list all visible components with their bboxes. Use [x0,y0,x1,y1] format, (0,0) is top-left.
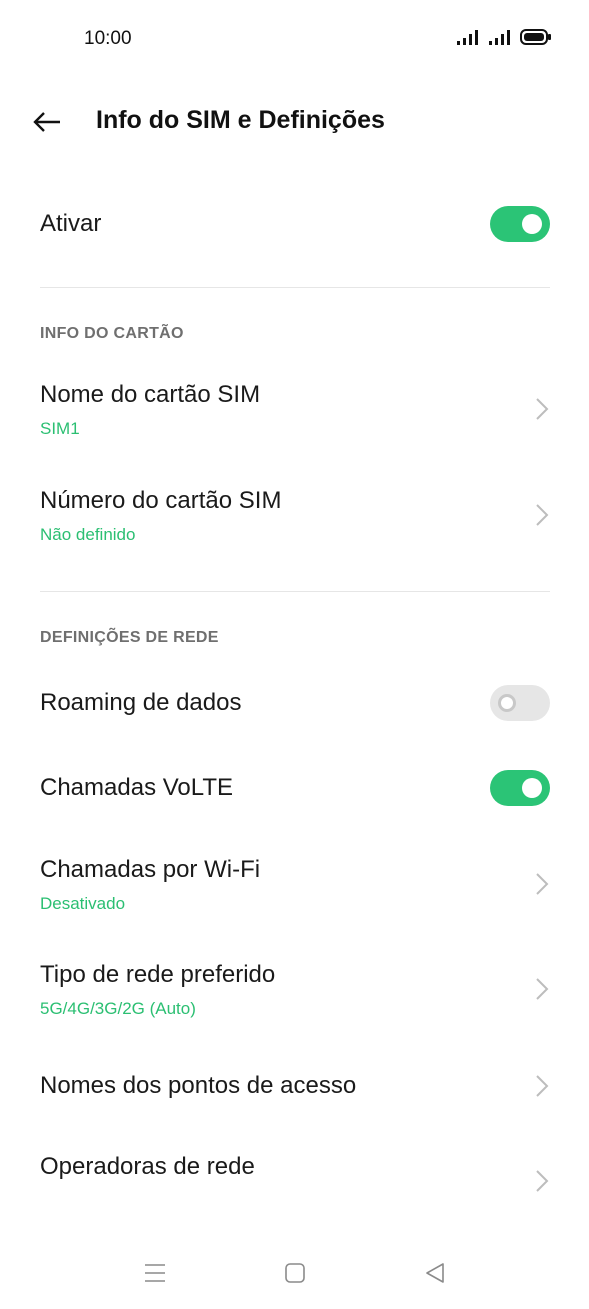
signal-icon [489,30,510,45]
sim-number-value: Não definido [40,525,136,544]
apn-row[interactable]: Nomes dos pontos de acesso [40,1072,550,1102]
chevron-right-icon [536,978,549,1000]
sim-name-row[interactable]: Nome do cartão SIM SIM1 [40,381,550,441]
volte-toggle[interactable] [490,770,550,806]
status-icons [456,28,552,46]
sim-name-title: Nome do cartão SIM [40,381,261,408]
roaming-label: Roaming de dados [40,689,242,716]
sim-settings-screen: 10:00 Info do SIM e Definições Ativar IN… [0,0,589,1309]
chevron-right-icon [536,873,549,895]
back-triangle-icon [426,1263,444,1283]
network-operators-row[interactable]: Operadoras de rede [40,1153,550,1195]
activate-label: Ativar [40,210,102,237]
nav-home-button[interactable] [280,1258,310,1288]
sim-number-row[interactable]: Número do cartão SIM Não definido [40,487,550,547]
status-time: 10:00 [84,28,132,49]
wifi-calling-title: Chamadas por Wi-Fi [40,856,261,883]
toggle-knob [498,694,516,712]
network-operators-title: Operadoras de rede [40,1153,255,1180]
toggle-knob [522,778,542,798]
chevron-right-icon [536,398,549,420]
wifi-calling-value: Desativado [40,894,126,913]
section-label-card-info: INFO DO CARTÃO [40,325,184,342]
activate-toggle[interactable] [490,206,550,242]
divider [40,287,550,288]
volte-row[interactable]: Chamadas VoLTE [40,770,550,806]
roaming-row[interactable]: Roaming de dados [40,685,550,721]
sim-name-value: SIM1 [40,419,80,438]
toggle-knob [522,214,542,234]
section-label-network: DEFINIÇÕES DE REDE [40,629,219,646]
chevron-right-icon [536,504,549,526]
page-title: Info do SIM e Definições [96,106,385,134]
home-square-icon [285,1263,305,1283]
wifi-calling-row[interactable]: Chamadas por Wi-Fi Desativado [40,856,550,916]
sim-number-title: Número do cartão SIM [40,487,282,514]
activate-row[interactable]: Ativar [40,206,550,242]
signal-icon [457,30,478,45]
back-button[interactable] [32,104,72,140]
divider [40,591,550,592]
nav-back-button[interactable] [420,1258,450,1288]
apn-title: Nomes dos pontos de acesso [40,1072,357,1099]
menu-icon [145,1264,165,1282]
chevron-right-icon [536,1075,549,1097]
network-type-value: 5G/4G/3G/2G (Auto) [40,999,196,1018]
roaming-toggle[interactable] [490,685,550,721]
nav-menu-button[interactable] [140,1258,170,1288]
battery-icon [520,29,551,45]
arrow-left-icon [33,112,60,132]
volte-label: Chamadas VoLTE [40,774,233,801]
chevron-right-icon [536,1170,549,1192]
network-type-row[interactable]: Tipo de rede preferido 5G/4G/3G/2G (Auto… [40,961,550,1021]
network-type-title: Tipo de rede preferido [40,961,276,988]
